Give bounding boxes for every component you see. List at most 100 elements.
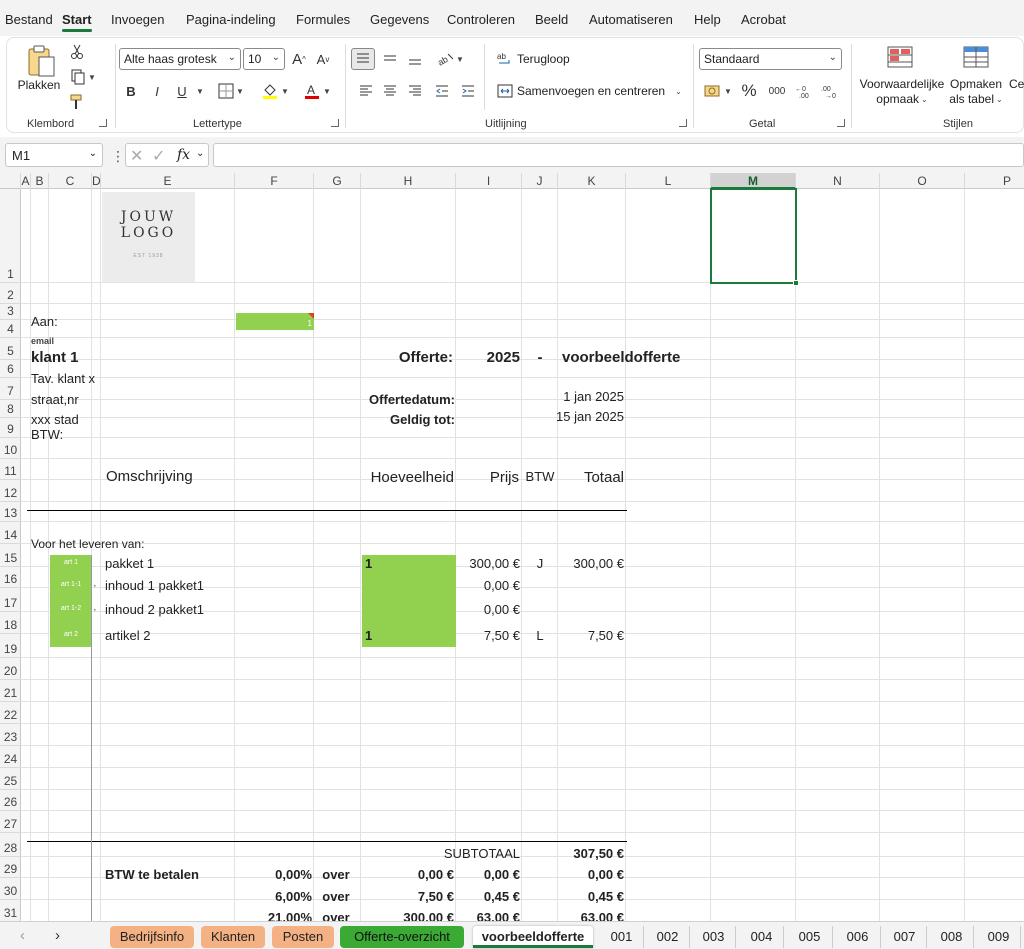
column-header-p[interactable]: P: [965, 173, 1024, 189]
vat-total[interactable]: 0,45 €: [558, 889, 624, 905]
cell-offerte-label[interactable]: Offerte:: [362, 350, 453, 366]
item-btw[interactable]: J: [522, 556, 558, 572]
align-center-icon[interactable]: [381, 80, 399, 102]
vat-over[interactable]: over: [314, 867, 358, 883]
row-header-9[interactable]: 9: [0, 418, 21, 438]
cell-stad[interactable]: xxx stad: [31, 412, 79, 428]
sheet-tab-offerte-overzicht[interactable]: Offerte-overzicht: [340, 926, 464, 948]
item-code[interactable]: art 1-2: [50, 601, 92, 617]
align-top-button[interactable]: [351, 48, 375, 70]
menu-pagina-indeling[interactable]: Pagina-indeling: [186, 12, 276, 27]
align-left-icon[interactable]: [357, 80, 375, 102]
menu-controleren[interactable]: Controleren: [447, 12, 515, 27]
decrease-indent-icon[interactable]: [433, 80, 451, 102]
scroll-tabs-left-icon[interactable]: ‹: [20, 927, 25, 944]
column-header-g[interactable]: G: [314, 173, 361, 189]
cell-klant[interactable]: klant 1: [31, 350, 79, 366]
cancel-icon[interactable]: ✕: [130, 146, 143, 166]
row-header-3[interactable]: 3: [0, 304, 21, 320]
row-header-10[interactable]: 10: [0, 438, 21, 459]
row-header-13[interactable]: 13: [0, 502, 21, 522]
increase-indent-icon[interactable]: [459, 80, 477, 102]
fill-color-button[interactable]: ▼: [257, 80, 293, 102]
column-header-c[interactable]: C: [49, 173, 92, 189]
cell-geldig[interactable]: 15 jan 2025: [540, 409, 624, 425]
font-color-button[interactable]: A ▼: [299, 80, 335, 102]
chevron-down-icon[interactable]: ⌄: [196, 148, 204, 159]
row-header-26[interactable]: 26: [0, 790, 21, 811]
currency-format-button[interactable]: ▼: [701, 80, 735, 102]
scroll-tabs-right-icon[interactable]: ›: [55, 927, 60, 944]
name-box[interactable]: M1 ⌄: [5, 143, 103, 167]
cell-leveren[interactable]: Voor het leveren van:: [31, 536, 144, 552]
item-code[interactable]: art 1-1: [50, 577, 92, 593]
row-header-8[interactable]: 8: [0, 400, 21, 418]
font-size-combo[interactable]: 10 ⌄: [243, 48, 285, 70]
column-header-f[interactable]: F: [235, 173, 314, 189]
sheet-tab-006[interactable]: 006: [835, 926, 881, 948]
column-header-k[interactable]: K: [558, 173, 626, 189]
row-header-2[interactable]: 2: [0, 283, 21, 304]
vat-over[interactable]: over: [314, 889, 358, 905]
item-quantity[interactable]: 1: [365, 628, 372, 644]
cell-offerte-name[interactable]: voorbeeldofferte: [562, 350, 680, 366]
cell-btw-header[interactable]: BTW: [522, 469, 558, 485]
sheet-tab-bedrijfsinfo[interactable]: Bedrijfsinfo: [110, 926, 194, 948]
item-description[interactable]: inhoud 2 pakket1: [105, 602, 204, 618]
sheet-tab-voorbeeldofferte[interactable]: voorbeeldofferte: [473, 926, 593, 948]
row-header-11[interactable]: 11: [0, 459, 21, 480]
insert-function-button[interactable]: fx: [177, 147, 190, 163]
cell-styles-label[interactable]: Cel: [1009, 77, 1024, 91]
vat-total[interactable]: 63,00 €: [558, 910, 624, 921]
column-header-l[interactable]: L: [626, 173, 711, 189]
row-header-7[interactable]: 7: [0, 378, 21, 400]
cell-aan[interactable]: Aan:: [31, 314, 58, 330]
underline-dropdown-icon[interactable]: ▼: [193, 80, 205, 102]
menu-formules[interactable]: Formules: [296, 12, 350, 27]
column-header-n[interactable]: N: [796, 173, 880, 189]
fill-handle[interactable]: [793, 280, 799, 286]
format-as-table-label-line2[interactable]: als tabel ⌄: [947, 92, 1005, 106]
row-header-24[interactable]: 24: [0, 746, 21, 768]
column-header-m[interactable]: M: [711, 173, 796, 189]
wrap-text-button[interactable]: ab Terugloop: [497, 48, 570, 70]
selected-cell-m1[interactable]: [710, 188, 797, 284]
cell-offerte-dash[interactable]: -: [522, 350, 558, 366]
sheet-tab-004[interactable]: 004: [740, 926, 784, 948]
column-header-a[interactable]: A: [21, 173, 31, 189]
row-header-21[interactable]: 21: [0, 680, 21, 702]
vat-base[interactable]: 7,50 €: [362, 889, 454, 905]
menu-beeld[interactable]: Beeld: [535, 12, 568, 27]
conditional-formatting-label-line2[interactable]: opmaak ⌄: [860, 92, 944, 106]
menu-automatiseren[interactable]: Automatiseren: [589, 12, 673, 27]
conditional-formatting-icon[interactable]: [885, 44, 915, 70]
column-header-j[interactable]: J: [522, 173, 558, 189]
menu-gegevens[interactable]: Gegevens: [370, 12, 429, 27]
row-header-25[interactable]: 25: [0, 768, 21, 790]
item-bullet[interactable]: ·: [93, 602, 103, 618]
cell-tav[interactable]: Tav. klant x: [31, 371, 95, 387]
column-header-i[interactable]: I: [456, 173, 522, 189]
align-bottom-button[interactable]: [404, 48, 426, 70]
paste-button[interactable]: [19, 42, 63, 80]
row-header-29[interactable]: 29: [0, 857, 21, 878]
select-all-corner[interactable]: [0, 173, 21, 189]
vat-total[interactable]: 0,00 €: [558, 867, 624, 883]
quantity-column[interactable]: [362, 555, 456, 647]
number-format-combo[interactable]: Standaard ⌄: [699, 48, 842, 70]
clipboard-launcher-icon[interactable]: [99, 119, 107, 127]
format-as-table-label[interactable]: Opmaken: [947, 77, 1005, 91]
cell-offerte-year[interactable]: 2025: [456, 350, 520, 366]
item-bullet[interactable]: ·: [93, 578, 103, 594]
underline-button[interactable]: U: [172, 80, 192, 102]
row-header-6[interactable]: 6: [0, 360, 21, 378]
btw-te-betalen-label[interactable]: BTW te betalen: [105, 867, 199, 883]
percent-button[interactable]: %: [739, 80, 759, 102]
sheet-tab-005[interactable]: 005: [787, 926, 833, 948]
row-header-27[interactable]: 27: [0, 811, 21, 833]
sheet-tab-posten[interactable]: Posten: [272, 926, 334, 948]
item-btw[interactable]: L: [522, 628, 558, 644]
grow-font-button[interactable]: A ^: [289, 48, 309, 70]
sheet-tab-009[interactable]: 009: [977, 926, 1021, 948]
item-description[interactable]: artikel 2: [105, 628, 151, 644]
